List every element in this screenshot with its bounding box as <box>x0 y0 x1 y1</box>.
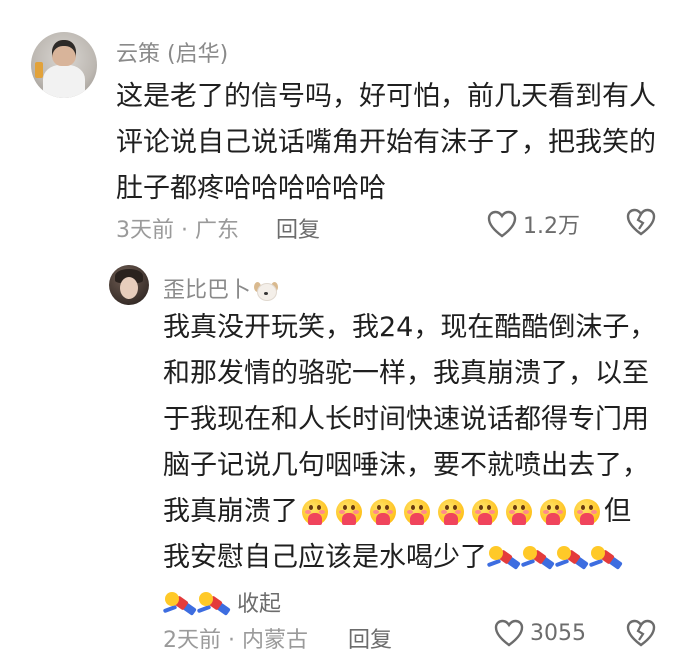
lying-down-emoji-icon <box>520 544 555 574</box>
lying-down-emoji-icon <box>486 544 521 574</box>
like-button[interactable]: 3055 <box>494 619 586 647</box>
heart-face-emoji-icon <box>400 498 434 528</box>
reply-line-text: 但 <box>604 496 631 527</box>
lying-emoji-row <box>486 544 623 574</box>
heart-face-emoji-icon <box>332 498 366 528</box>
reply-line: 脑子记说几句咽唾沫，要不就喷出去了， <box>163 450 649 481</box>
comment-line: 肚子都疼哈哈哈哈哈哈 <box>116 173 386 204</box>
dog-icon <box>253 280 279 302</box>
heart-emoji-row <box>298 498 604 528</box>
avatar[interactable] <box>31 32 97 98</box>
comment-meta: 3天前 · 广东 <box>116 218 239 243</box>
lying-down-emoji-icon <box>196 590 231 620</box>
comment-line: 评论说自己说话嘴角开始有沫子了，把我笑的 <box>116 127 656 158</box>
comment-text: 这是老了的信号吗，好可怕，前几天看到有人 评论说自己说话嘴角开始有沫子了，把我笑… <box>116 74 656 212</box>
dislike-button[interactable] <box>626 208 656 240</box>
like-count: 1.2万 <box>523 214 580 239</box>
lying-down-emoji-icon <box>588 544 623 574</box>
reply-username-text: 歪比巴卜 <box>163 278 252 303</box>
heart-face-emoji-icon <box>434 498 468 528</box>
reply-meta: 2天前 · 内蒙古 <box>163 628 308 653</box>
reply-username[interactable]: 歪比巴卜 <box>163 272 279 304</box>
broken-heart-icon <box>626 208 656 236</box>
heart-icon <box>487 210 517 238</box>
reply-line: 我安慰自己应该是水喝少了 <box>163 535 656 581</box>
reply-line-text: 我安慰自己应该是水喝少了 <box>163 542 487 573</box>
dislike-button[interactable] <box>626 619 656 651</box>
heart-face-emoji-icon <box>468 498 502 528</box>
reply-line: 和那发情的骆驼一样，我真崩溃了，以至 <box>163 358 649 389</box>
reply-line-text: 我真崩溃了 <box>163 496 298 527</box>
heart-face-emoji-icon <box>536 498 570 528</box>
comment-line: 这是老了的信号吗，好可怕，前几天看到有人 <box>116 81 656 112</box>
reply-line: 于我现在和人长时间快速说话都得专门用 <box>163 404 649 435</box>
lying-emoji-row <box>162 590 231 620</box>
reply-line: 我真崩溃了 但 <box>163 489 656 535</box>
heart-face-emoji-icon <box>298 498 332 528</box>
lying-down-emoji-icon <box>162 590 197 620</box>
reply-button[interactable]: 回复 <box>276 212 320 244</box>
reply-line: 我真没开玩笑，我24，现在酷酷倒沫子， <box>163 312 657 343</box>
comment-username[interactable]: 云策 (启华) <box>116 36 228 68</box>
heart-face-emoji-icon <box>502 498 536 528</box>
like-button[interactable]: 1.2万 <box>487 208 580 240</box>
reply-text: 我真没开玩笑，我24，现在酷酷倒沫子， 和那发情的骆驼一样，我真崩溃了，以至 于… <box>162 305 657 628</box>
heart-icon <box>494 619 524 647</box>
collapse-button[interactable]: 收起 <box>237 592 281 617</box>
reply-button[interactable]: 回复 <box>348 622 392 654</box>
reply-avatar[interactable] <box>109 265 149 305</box>
lying-down-emoji-icon <box>554 544 589 574</box>
heart-face-emoji-icon <box>366 498 400 528</box>
heart-face-emoji-icon <box>570 498 604 528</box>
broken-heart-icon <box>626 619 656 647</box>
like-count: 3055 <box>530 620 586 646</box>
